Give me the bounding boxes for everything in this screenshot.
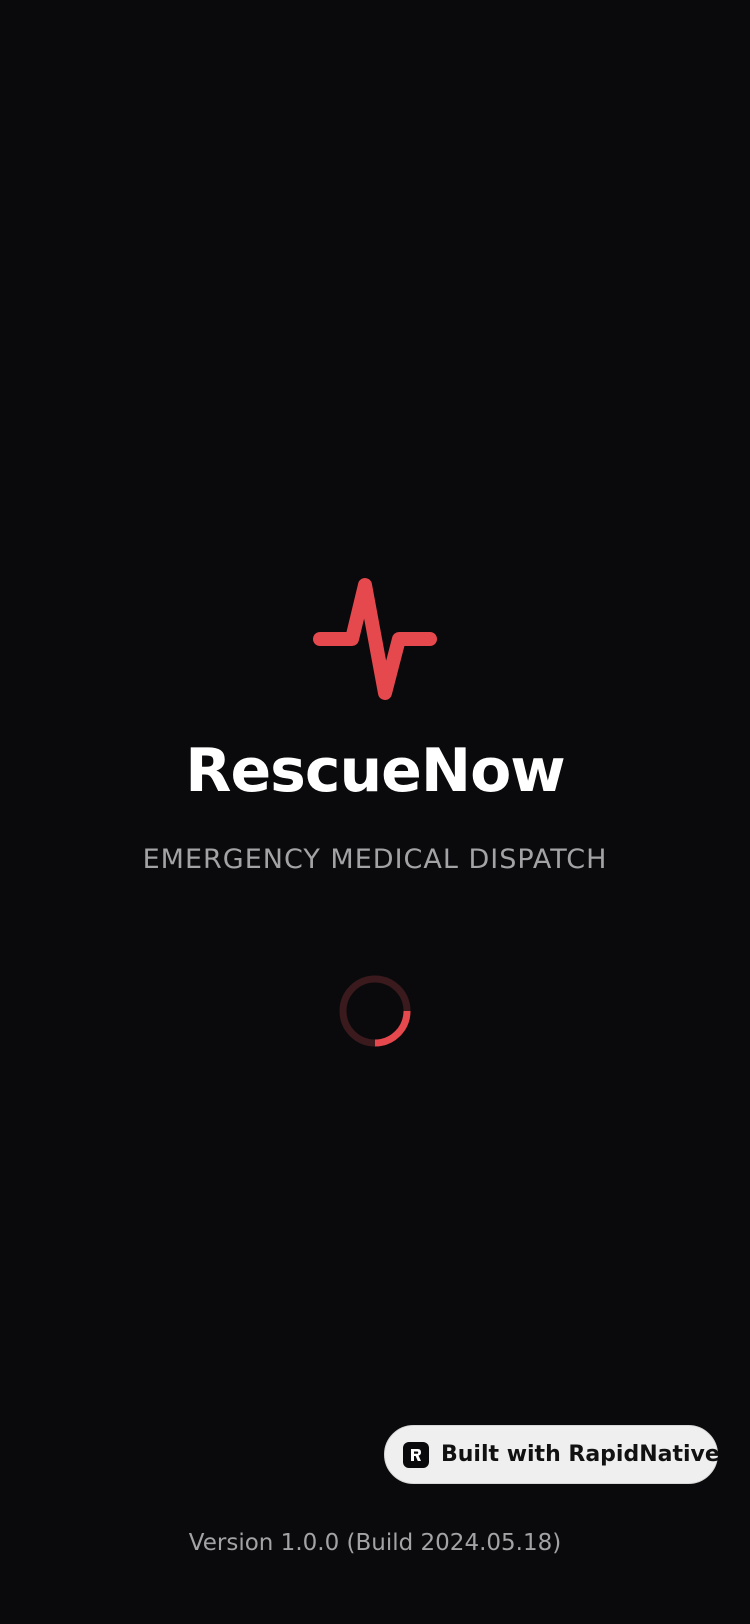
app-title: RescueNow [185, 736, 565, 806]
heartbeat-pulse-icon [313, 578, 437, 700]
version-text: Version 1.0.0 (Build 2024.05.18) [188, 1530, 562, 1556]
spinner-icon [339, 975, 411, 1047]
app-logo [0, 575, 750, 705]
splash-screen: RescueNow EMERGENCY MEDICAL DISPATCH Bui… [0, 0, 750, 1624]
built-with-rapidnative-button[interactable]: Built with RapidNative [384, 1425, 720, 1484]
loading-spinner [339, 975, 411, 1047]
app-tagline: EMERGENCY MEDICAL DISPATCH [142, 844, 608, 875]
rapidnative-logo-icon [403, 1441, 429, 1468]
built-with-label: Built with RapidNative [441, 1442, 720, 1467]
